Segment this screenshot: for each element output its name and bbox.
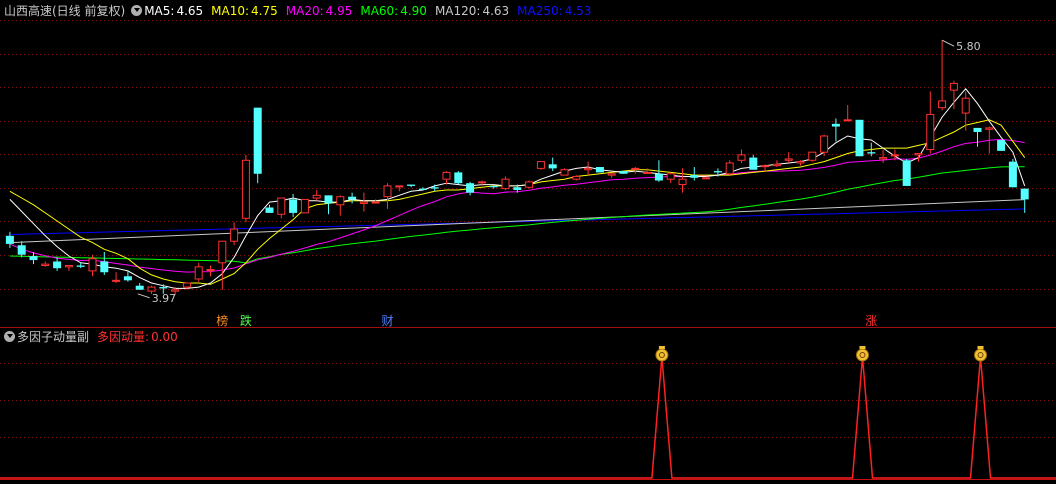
main-chart-header: 山西高速(日线 前复权) MA5: 4.65 MA10: 4.75 MA20: 4.95 MA… [4,2,593,20]
indicator-title[interactable]: 多因子动量副 [17,330,89,344]
candle [253,107,262,184]
candle [725,160,734,176]
signal-marker: 跌 [240,313,252,328]
candle [466,181,475,196]
candle [277,197,286,219]
candle [619,171,628,174]
money-bag-icon [655,346,669,362]
candle [643,168,652,174]
candle [879,149,888,163]
candle [761,164,770,172]
candle [973,127,982,147]
dropdown-icon[interactable] [131,5,143,16]
candle [289,194,298,217]
momentum-line [0,356,1056,479]
ma60-line [9,166,1025,264]
candle [536,161,545,170]
ma10-value: 4.75 [251,4,278,18]
candle [300,198,309,214]
low-price-label: 3.97 [152,292,177,305]
candle [418,187,427,190]
candle [997,140,1006,151]
candle [749,154,758,170]
signal-marker: 涨 [865,313,877,328]
candle [843,104,852,122]
candle [230,222,239,246]
candle [548,157,557,172]
candle [666,172,675,184]
candle [607,172,616,178]
ma120-label: MA120: [434,4,481,18]
ma5-value: 4.65 [176,4,204,18]
candle [324,195,333,215]
low-pointer [137,293,150,299]
grid-lines [0,20,1056,480]
candle [64,264,73,271]
indicator-header: 多因子动量副 多因动量: 0.00 [4,328,180,346]
money-bag-icon [974,346,987,362]
ma5-label: MA5: [144,4,175,18]
chart-canvas: 5.80 3.97 榜跌 财 涨 [0,20,1056,480]
candlestick-series [5,40,1029,296]
candle [831,118,840,142]
candle [100,252,109,275]
ma250-value: 4.53 [564,4,592,18]
ma10-label: MA10: [211,4,250,18]
indicator-panel [0,346,1056,479]
candle [17,241,26,258]
candle [206,265,215,277]
indicator-value: 0.00 [151,330,178,344]
candle [820,134,829,157]
indicator-dropdown-icon[interactable] [4,331,15,342]
candle [584,161,593,176]
candle [1008,158,1017,188]
high-price-label: 5.80 [956,40,981,53]
candle [135,283,144,290]
candle [312,189,321,201]
candle [938,40,947,111]
ma20-label: MA20: [285,4,324,18]
candle [926,91,935,154]
money-bag-icon [856,346,869,362]
candle [194,262,203,282]
candle [359,192,368,212]
candle [336,195,345,216]
candle [407,184,416,188]
signal-marker: 榜 [216,313,228,328]
ma20-value: 4.95 [325,4,353,18]
candle [808,151,817,162]
candle [53,257,62,271]
candle [218,240,227,290]
ma60-label: MA60: [360,4,399,18]
ma120-value: 4.63 [482,4,510,18]
candle [454,171,463,185]
signal-marker: 财 [382,314,394,328]
candle [784,152,793,163]
candle [855,119,864,157]
high-pointer [941,39,955,47]
candle [348,192,357,204]
candle [112,272,121,284]
ma60-value: 4.90 [400,4,427,18]
candle [690,167,699,181]
candle [737,149,746,163]
candle [41,261,50,267]
candle [383,183,392,209]
candle [678,168,687,193]
candle [241,154,250,223]
ma250-label: MA250: [517,4,563,18]
candle [560,168,569,176]
candle [595,167,604,173]
candle [442,171,451,185]
indicator-label: 多因动量: [97,330,150,344]
candle [902,158,911,186]
chart-annotations: 5.80 3.97 榜跌 财 涨 [137,39,981,328]
candle [525,180,534,189]
candle [501,176,510,190]
stock-title[interactable]: 山西高速(日线 前复权) [4,4,125,18]
